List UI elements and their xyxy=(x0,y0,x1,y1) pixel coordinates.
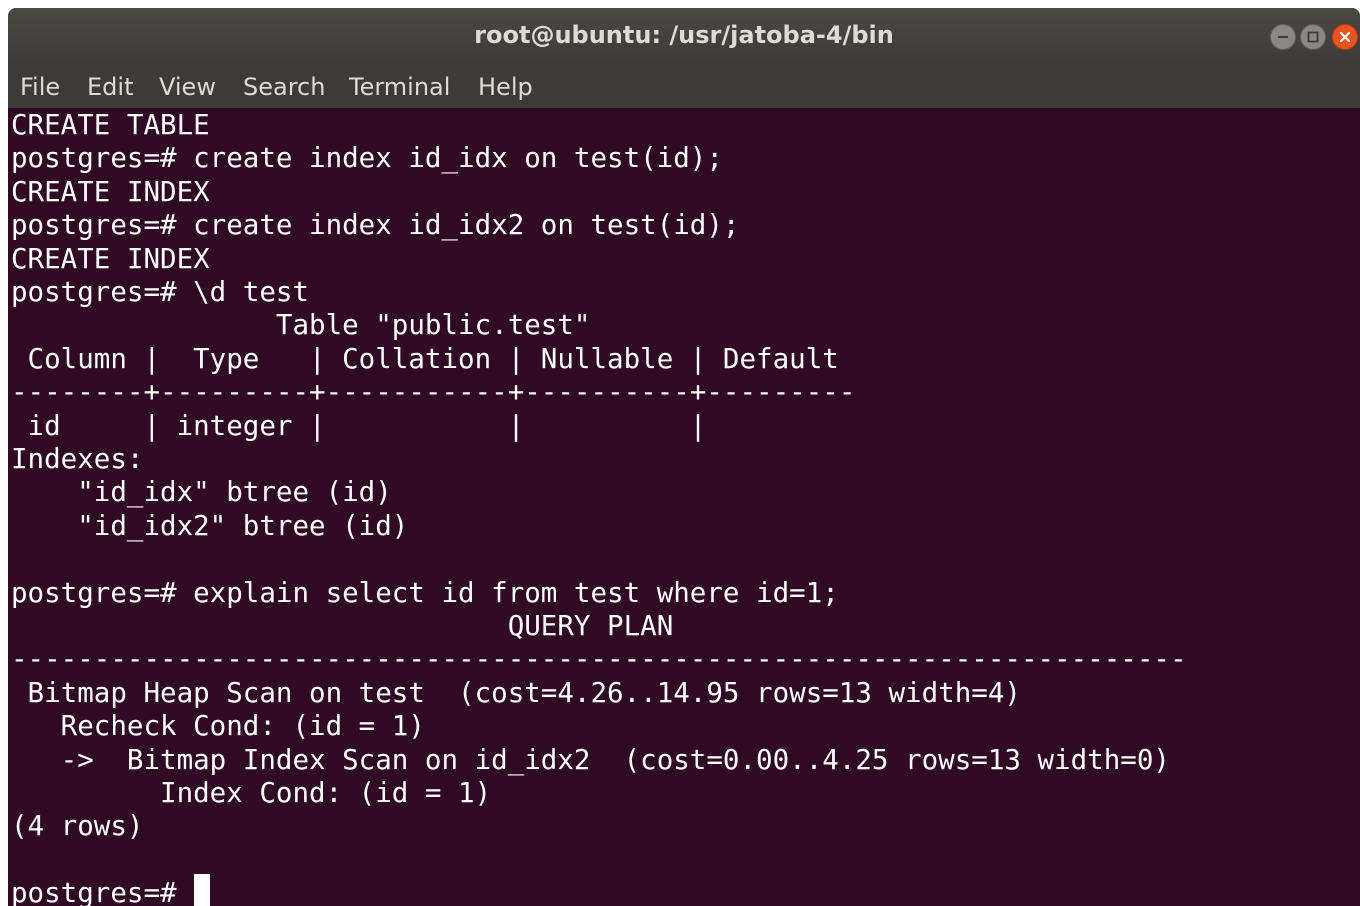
terminal-line: CREATE INDEX xyxy=(11,175,210,208)
terminal-line: Table "public.test" xyxy=(11,309,591,342)
terminal-line: Bitmap Heap Scan on test (cost=4.26..14.… xyxy=(11,676,1021,709)
terminal-line: Recheck Cond: (id = 1) xyxy=(11,710,425,743)
title-bar[interactable]: root@ubuntu: /usr/jatoba-4/bin xyxy=(8,8,1360,64)
menu-bar: File Edit View Search Terminal Help xyxy=(8,64,1360,108)
terminal-line: Indexes: xyxy=(11,443,144,475)
terminal-line: (4 rows) xyxy=(11,810,144,843)
terminal-line: postgres=# create index id_idx2 on test(… xyxy=(11,209,740,242)
terminal-line: postgres=# xyxy=(11,877,194,906)
menu-edit[interactable]: Edit xyxy=(87,64,133,108)
terminal-line: Index Cond: (id = 1) xyxy=(11,777,492,809)
close-icon xyxy=(1339,31,1351,43)
terminal-line: --------+---------+-----------+---------… xyxy=(11,376,856,409)
maximize-button[interactable] xyxy=(1300,24,1326,50)
menu-terminal[interactable]: Terminal xyxy=(349,64,450,108)
window-title: root@ubuntu: /usr/jatoba-4/bin xyxy=(474,21,894,49)
minimize-button[interactable] xyxy=(1270,24,1296,50)
terminal-window: root@ubuntu: /usr/jatoba-4/bin File Edit… xyxy=(8,8,1360,906)
terminal-line: CREATE INDEX xyxy=(11,242,210,275)
menu-search[interactable]: Search xyxy=(243,64,325,108)
menu-file[interactable]: File xyxy=(20,64,60,108)
terminal-line: "id_idx" btree (id) xyxy=(11,476,392,509)
minimize-icon xyxy=(1278,36,1288,38)
terminal-line: postgres=# \d test xyxy=(11,276,310,308)
terminal-line: id | integer | | | xyxy=(11,409,707,442)
terminal-line: Column | Type | Collation | Nullable | D… xyxy=(11,342,839,375)
menu-view[interactable]: View xyxy=(159,64,216,108)
maximize-icon xyxy=(1307,31,1319,43)
terminal-line: CREATE TABLE xyxy=(11,109,210,141)
menu-help[interactable]: Help xyxy=(478,64,533,108)
terminal-line: -> Bitmap Index Scan on id_idx2 (cost=0.… xyxy=(11,743,1170,776)
terminal-line: "id_idx2" btree (id) xyxy=(11,509,409,542)
terminal-line: postgres=# explain select id from test w… xyxy=(11,576,839,609)
text-cursor xyxy=(194,874,210,906)
close-button[interactable] xyxy=(1332,24,1358,50)
terminal-line: postgres=# create index id_idx on test(i… xyxy=(11,142,723,175)
terminal-line: QUERY PLAN xyxy=(11,610,674,642)
terminal-line: ----------------------------------------… xyxy=(11,643,1187,676)
terminal-output[interactable]: CREATE TABLE postgres=# create index id_i… xyxy=(8,108,1360,906)
